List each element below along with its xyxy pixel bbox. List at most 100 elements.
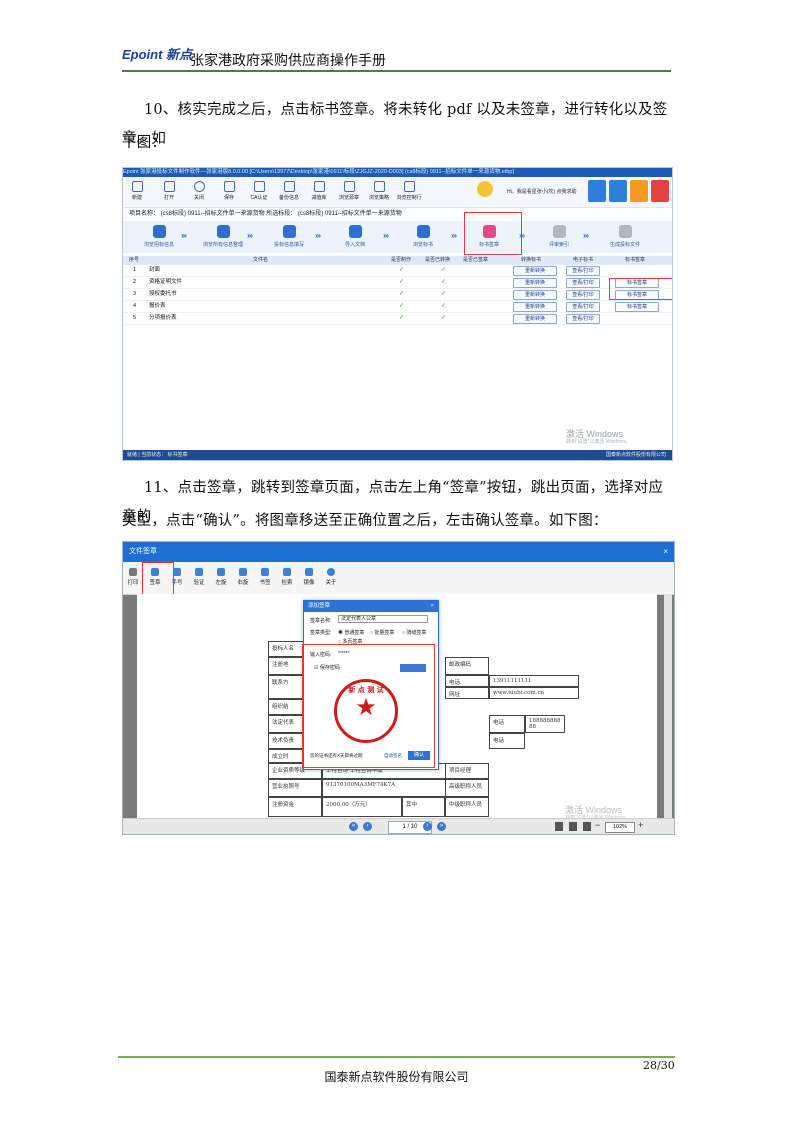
new-icon	[131, 181, 143, 192]
rotate-left-button[interactable]: 左旋	[211, 568, 231, 586]
ca-auth-button[interactable]: CA认证	[245, 181, 273, 201]
last-page-icon[interactable]: »	[437, 822, 446, 831]
view-print-button[interactable]: 查看/打印	[566, 278, 600, 288]
seal-type-label: 签章类型:	[310, 630, 332, 636]
new-button[interactable]: 新建	[123, 181, 151, 201]
user-greeting[interactable]: Hi，我是看星张小(坎) 点我求助	[507, 188, 576, 195]
open-button[interactable]: 打开	[155, 181, 183, 201]
table-row: 4 报价表 ✓ ✓ 重新转换 查看/打印 标书签章	[123, 301, 672, 313]
double-page-icon[interactable]	[569, 822, 577, 831]
app-titlebar: Epoint 张家港投标文件制作软件—张家港版8.0.0.00 [C:\User…	[123, 168, 672, 177]
print-button[interactable]: 打印	[123, 568, 143, 586]
step-arrow-icon: ›››	[181, 231, 187, 240]
step-review-index[interactable]: 评审索引	[537, 225, 581, 248]
screenshot-bid-software: Epoint 张家港投标文件制作软件—张家港版8.0.0.00 [C:\User…	[122, 167, 673, 461]
value-lib-button[interactable]: 减值库	[305, 181, 333, 201]
verify-button[interactable]: 验证	[189, 568, 209, 586]
zoom-select[interactable]: 102%	[605, 822, 635, 833]
status-bar: 就绪 | 当前状态： 标书签章 国泰新点软件股份有限公司	[123, 450, 672, 460]
status-left: 就绪 | 当前状态： 标书签章	[127, 452, 188, 458]
prev-page-icon[interactable]: ‹	[363, 822, 372, 831]
reconvert-button[interactable]: 重新转换	[513, 302, 557, 312]
workflow-steps: 浏览招标信息 ››› 浏览所有信息整理 ››› 投标信息填写 ››› 导入文档 …	[123, 221, 672, 253]
document-icon	[373, 181, 385, 192]
document-icon	[403, 181, 415, 192]
window-title: 文件签章 ×	[123, 542, 674, 562]
close-button[interactable]: 关闭	[185, 181, 213, 201]
step-arrow-icon: ›››	[315, 231, 321, 240]
step-generate-bid[interactable]: 生成投标文件	[603, 225, 647, 248]
check-icon: ✓	[441, 291, 447, 297]
save-icon	[223, 181, 235, 192]
step-browse-tender[interactable]: 浏览招标信息	[137, 225, 181, 248]
highlight-seal-dialog	[302, 644, 435, 768]
close-icon[interactable]: ×	[663, 542, 668, 562]
step-fill-info[interactable]: 投标信息填写	[267, 225, 311, 248]
library-icon	[313, 181, 325, 192]
windows-watermark-sub: 转到“设置”以激活 Windows。	[566, 439, 632, 445]
step-icon	[348, 225, 362, 238]
highlight-seal-button	[609, 278, 672, 300]
save-button[interactable]: 保存	[215, 181, 243, 201]
reconvert-button[interactable]: 重新转换	[513, 290, 557, 300]
rotate-right-button[interactable]: 右旋	[233, 568, 253, 586]
mirror-button[interactable]: 镜像	[299, 568, 319, 586]
mirror-icon	[305, 568, 313, 576]
bookmark-button[interactable]: 书签	[255, 568, 275, 586]
seal-name-select[interactable]: 法定代表人公章	[338, 615, 428, 623]
seal-type-normal[interactable]: ◉ 普通签章	[338, 629, 364, 636]
step-import-doc[interactable]: 导入文档	[333, 225, 377, 248]
zoom-in-icon[interactable]: +	[638, 820, 643, 830]
browse-seal-button[interactable]: 浏览源章	[335, 181, 363, 201]
check-icon: ✓	[399, 279, 405, 285]
document-scrollbar[interactable]	[664, 594, 672, 818]
seal-name-label: 签章名称:	[310, 618, 332, 624]
first-page-icon[interactable]: «	[349, 822, 358, 831]
view-print-button[interactable]: 查看/打印	[566, 302, 600, 312]
status-right: 国泰新点软件股份有限公司	[605, 452, 666, 458]
browse-strategy-button[interactable]: 浏览策略	[365, 181, 393, 201]
reconvert-button[interactable]: 重新转换	[513, 278, 557, 288]
continuous-page-icon[interactable]	[583, 822, 591, 831]
view-print-button[interactable]: 查看/打印	[566, 290, 600, 300]
search-icon	[283, 568, 291, 576]
bid-seal-button[interactable]: 标书签章	[615, 302, 659, 312]
header-title: 张家港政府采购供应商操作手册	[190, 53, 386, 69]
seal-top-button[interactable]	[651, 180, 669, 202]
single-page-icon[interactable]	[555, 822, 563, 831]
paragraph-11-line2: 类型，点击“确认”。将图章移送至正确位置之后，左击确认签章。如下图：	[122, 513, 608, 529]
seal-toolbar: 打印 签章 手写 验证 左旋 右旋 书签 检索 镜像 关于	[123, 562, 674, 595]
step-arrow-icon: ›››	[583, 231, 589, 240]
close-icon[interactable]: ×	[431, 601, 434, 612]
view-print-button[interactable]: 查看/打印	[566, 314, 600, 324]
backup-icon	[283, 181, 295, 192]
ca-icon	[253, 181, 265, 192]
zoom-out-icon[interactable]: −	[595, 820, 600, 830]
about-button[interactable]: 关于	[321, 568, 341, 586]
seal-type-batch[interactable]: ○ 批量签章	[370, 629, 394, 636]
search-button[interactable]: 检索	[277, 568, 297, 586]
check-icon: ✓	[441, 303, 447, 309]
check-icon: ✓	[441, 279, 447, 285]
view-print-button[interactable]: 查看/打印	[566, 266, 600, 276]
highlight-step-seal	[464, 212, 522, 255]
seal-type-seam[interactable]: ○ 骑缝签章	[402, 629, 426, 636]
step-browse-all[interactable]: 浏览所有信息整理	[201, 225, 245, 248]
step-arrow-icon: ›››	[247, 231, 253, 240]
browse-control-button[interactable]: 浏览控制行	[395, 181, 423, 201]
step-browse-bid[interactable]: 浏览标书	[401, 225, 445, 248]
reconvert-button[interactable]: 重新转换	[513, 266, 557, 276]
reconvert-button[interactable]: 重新转换	[513, 314, 557, 324]
step-icon	[152, 225, 166, 238]
manual-button[interactable]	[630, 180, 648, 202]
close-icon	[193, 181, 205, 192]
check-button[interactable]	[609, 180, 627, 202]
document-icon	[343, 181, 355, 192]
pen-icon	[173, 568, 181, 576]
know-button[interactable]	[588, 180, 606, 202]
shield-icon	[195, 568, 203, 576]
table-row: 3 授权委托书 ✓ ✓ 重新转换 查看/打印 标书签章	[123, 289, 672, 301]
next-page-icon[interactable]: ›	[423, 822, 432, 831]
backup-button[interactable]: 备份信息	[275, 181, 303, 201]
check-icon: ✓	[399, 291, 405, 297]
